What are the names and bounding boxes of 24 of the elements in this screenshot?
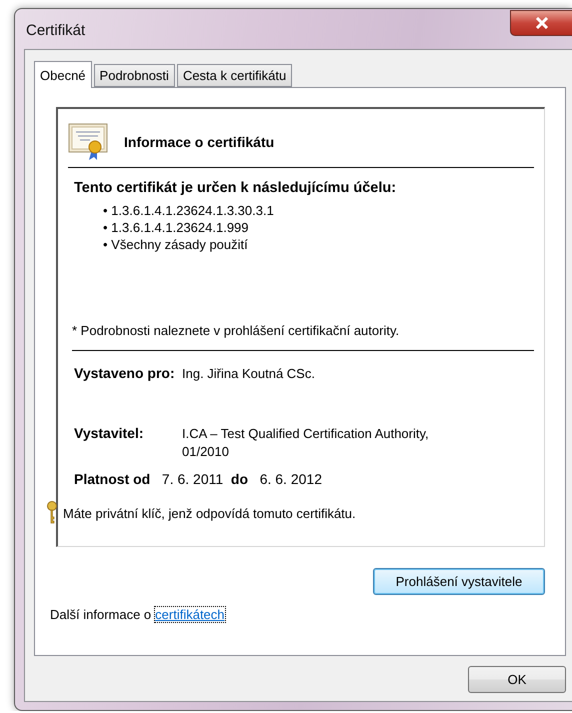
- window-title: Certifikát: [26, 22, 86, 38]
- close-button[interactable]: [510, 10, 572, 36]
- more-info-text: Další informace o: [50, 607, 152, 622]
- private-key-note: Máte privátní klíč, jenž odpovídá tomuto certifikátu.: [63, 506, 356, 520]
- field-label: Vystavitel:: [74, 425, 145, 443]
- purpose-heading: Tento certifikát je určen k následujícímu účelu:: [74, 180, 398, 196]
- issuer-statement-button[interactable]: Prohlášení vystavitele: [373, 568, 545, 595]
- certificate-info-heading: Informace o certifikátu: [124, 134, 274, 150]
- certificate-icon: [68, 123, 108, 161]
- tab[interactable]: Cesta k certifikátu: [176, 64, 292, 87]
- purpose-item: • Všechny zásady použití: [103, 236, 249, 253]
- field-value: Ing. Jiřina Koutná CSc.: [182, 365, 316, 383]
- ok-button[interactable]: OK: [468, 666, 566, 693]
- key-icon: [46, 501, 58, 525]
- purpose-item: • 1.3.6.1.4.1.23624.1.3.30.3.1: [103, 202, 275, 219]
- certificates-link[interactable]: certifikátech: [155, 607, 225, 622]
- validity-text: Platnost od 7. 6. 2011 do 6. 6. 2012: [74, 471, 323, 487]
- tab[interactable]: Podrobnosti: [94, 64, 175, 87]
- field-label: Vystaveno pro:: [74, 365, 176, 383]
- close-icon: [534, 17, 548, 29]
- field-value: I.CA – Test Qualified Certification Authority, 01/2010: [182, 425, 430, 461]
- footnote: * Podrobnosti naleznete v prohlášení certifikační autority.: [72, 323, 534, 351]
- purpose-item: • 1.3.6.1.4.1.23624.1.999: [103, 219, 250, 236]
- tab[interactable]: Obecné: [34, 61, 92, 88]
